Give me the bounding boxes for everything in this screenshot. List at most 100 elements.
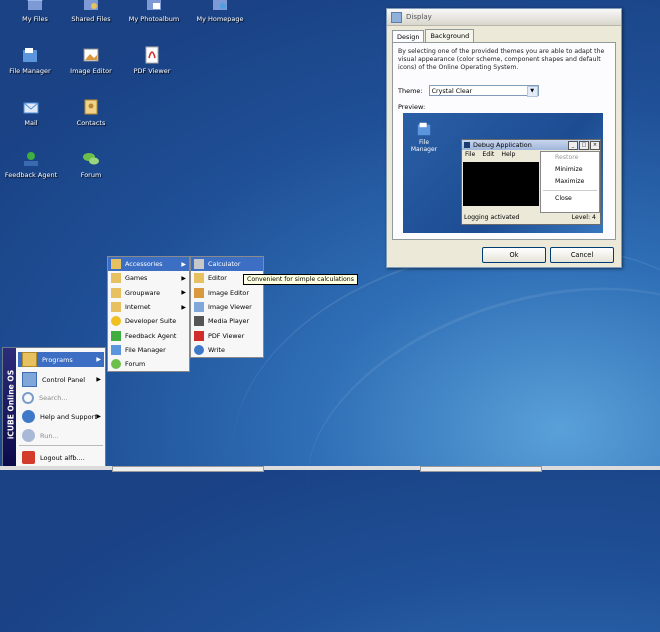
chevron-right-icon: ▶: [96, 356, 101, 363]
display-window-title: Display: [406, 13, 432, 21]
start-menu-banner-label: iCUBE Online OS: [6, 369, 16, 440]
desktop-icon-file-manager[interactable]: File Manager: [0, 46, 60, 75]
accessories-item-calculator[interactable]: Calculator: [191, 257, 263, 272]
chevron-right-icon: ▶: [181, 260, 186, 268]
cancel-button[interactable]: Cancel: [550, 247, 614, 263]
taskbar-button[interactable]: [112, 466, 264, 472]
programs-submenu: Accessories ▶ Games ▶ Groupware ▶ Internet ▶…: [107, 256, 190, 372]
start-item-control-panel[interactable]: Control Panel ▶: [18, 372, 104, 387]
programs-item-forum[interactable]: Forum: [108, 357, 189, 371]
help-icon: [22, 410, 35, 423]
programs-item-developer-suite[interactable]: Developer Suite: [108, 314, 189, 328]
app-icon: [464, 142, 470, 148]
desktop-icon-my-files[interactable]: My Files: [5, 0, 65, 23]
search-icon: [22, 391, 34, 404]
accessories-item-pdf-viewer[interactable]: PDF Viewer: [191, 328, 263, 342]
folder-icon: [111, 259, 121, 270]
desktop-icon-label: PDF Viewer: [133, 67, 171, 75]
start-item-programs[interactable]: Programs ▶: [18, 352, 104, 367]
desktop-icon-contacts[interactable]: Contacts: [61, 98, 121, 127]
ok-button[interactable]: Ok: [482, 247, 546, 263]
folder-icon: [111, 273, 121, 284]
desktop-icon-my-homepage[interactable]: My Homepage: [190, 0, 250, 23]
debug-statusbar: Logging activated Level: 4: [464, 214, 596, 221]
accessories-item-image-viewer[interactable]: Image Viewer: [191, 300, 263, 314]
desktop-icon-label: My Photoalbum: [128, 15, 180, 23]
image-viewer-icon: [194, 302, 204, 313]
programs-icon: [22, 352, 37, 367]
debug-title: Debug Application: [473, 141, 532, 149]
calculator-tooltip: Convenient for simple calculations: [243, 274, 358, 285]
taskbar-button[interactable]: [420, 466, 542, 472]
display-window-titlebar[interactable]: Display: [387, 9, 621, 26]
feedback-icon: [24, 152, 38, 166]
desktop-icon-label: My Homepage: [196, 15, 244, 23]
start-item-run[interactable]: Run...: [18, 428, 104, 443]
desktop-icon-label: Feedback Agent: [4, 171, 58, 179]
shared-folder-icon: [84, 0, 98, 10]
image-editor-icon: [194, 287, 204, 298]
start-item-label: Programs: [42, 355, 73, 364]
desktop-icon-label: Shared Files: [71, 15, 111, 23]
close-icon: ×: [590, 140, 600, 150]
context-separator: [543, 190, 597, 191]
debug-application-window: Debug Application _ □ × File Edit Help R…: [461, 139, 601, 225]
tab-background[interactable]: Background: [425, 29, 475, 42]
programs-item-accessories[interactable]: Accessories ▶: [108, 257, 189, 272]
window-context-menu: Restore Minimize Maximize Close: [540, 151, 600, 213]
folder-icon: [111, 302, 121, 313]
file-manager-icon: [111, 344, 121, 355]
desktop-icon-image-editor[interactable]: Image Editor: [61, 46, 121, 75]
start-item-search[interactable]: Search...: [18, 390, 104, 405]
desktop-icon-label: Forum: [80, 171, 102, 179]
programs-item-feedback-agent[interactable]: Feedback Agent: [108, 328, 189, 342]
chevron-down-icon[interactable]: ▼: [526, 86, 538, 97]
start-item-label: Control Panel: [42, 375, 86, 384]
maximize-icon: □: [579, 140, 589, 150]
debug-status-left: Logging activated: [464, 214, 520, 221]
desktop-icon-feedback-agent[interactable]: Feedback Agent: [1, 150, 61, 179]
debug-menu-help: Help: [501, 151, 516, 158]
start-item-label: Search...: [39, 393, 68, 402]
start-item-help[interactable]: Help and Support ▶: [18, 409, 104, 424]
mail-icon: [23, 102, 39, 114]
developer-icon: [111, 316, 121, 327]
editor-icon: [194, 273, 204, 284]
logout-icon: [22, 451, 35, 464]
desktop-icon-mail[interactable]: Mail: [1, 98, 61, 127]
theme-row: Theme: Crystal Clear ▼: [398, 85, 539, 97]
accessories-item-write[interactable]: Write: [191, 343, 263, 357]
media-player-icon: [194, 316, 204, 327]
start-item-label: Run...: [40, 431, 59, 440]
desktop-icon-pdf-viewer[interactable]: PDF Viewer: [122, 46, 182, 75]
desktop-icon-label: Mail: [24, 119, 38, 127]
theme-select[interactable]: Crystal Clear ▼: [428, 85, 539, 97]
programs-item-file-manager[interactable]: File Manager: [108, 343, 189, 357]
programs-item-groupware[interactable]: Groupware ▶: [108, 286, 189, 300]
taskbar: [0, 466, 660, 470]
programs-item-games[interactable]: Games ▶: [108, 271, 189, 285]
start-item-label: Logout alfb....: [40, 453, 85, 462]
accessories-item-image-editor[interactable]: Image Editor: [191, 286, 263, 300]
desktop-icon-shared-files[interactable]: Shared Files: [61, 0, 121, 23]
theme-preview: File Manager Debug Application _ □ × Fil…: [403, 113, 603, 233]
accessories-item-media-player[interactable]: Media Player: [191, 314, 263, 328]
debug-status-right: Level: 4: [571, 214, 596, 221]
chevron-right-icon: ▶: [96, 376, 101, 383]
run-icon: [22, 429, 35, 442]
minimize-icon: _: [568, 140, 578, 150]
desktop-icon-label: Contacts: [76, 119, 106, 127]
preview-icon-label: File Manager: [410, 139, 438, 153]
photo-folder-icon: [147, 0, 161, 10]
desktop-icon-my-photoalbum[interactable]: My Photoalbum: [124, 0, 184, 23]
start-item-logout[interactable]: Logout alfb....: [18, 450, 104, 465]
desktop-icon-forum[interactable]: Forum: [61, 150, 121, 179]
theme-description: By selecting one of the provided themes …: [398, 48, 605, 71]
debug-titlebar: Debug Application _ □ ×: [462, 140, 600, 150]
programs-item-internet[interactable]: Internet ▶: [108, 300, 189, 314]
calculator-icon: [194, 259, 204, 270]
preview-label: Preview:: [398, 103, 426, 111]
forum-icon: [83, 153, 99, 165]
pdf-icon: [194, 330, 204, 341]
image-editor-icon: [83, 48, 99, 62]
